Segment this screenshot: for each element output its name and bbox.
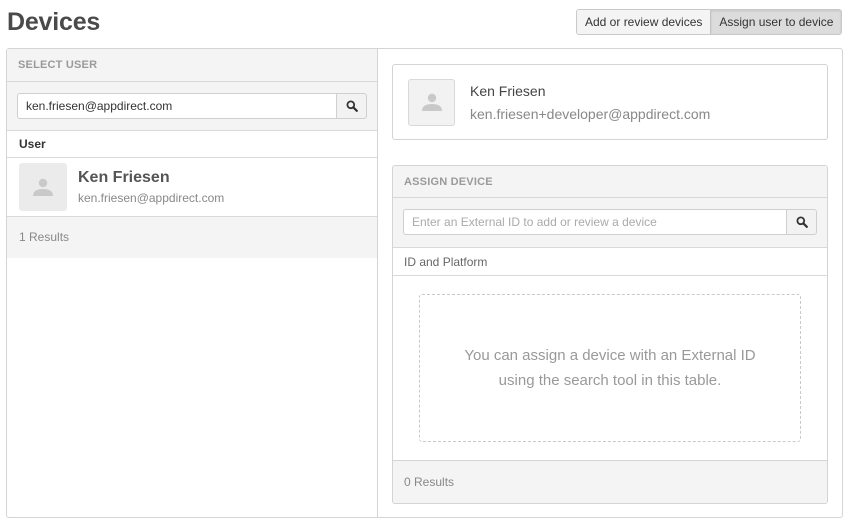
selected-user-avatar: [408, 78, 455, 126]
user-search-row: [7, 82, 377, 131]
assign-user-to-device-button[interactable]: Assign user to device: [710, 10, 842, 34]
device-search-button[interactable]: [786, 209, 817, 235]
assign-device-panel: ASSIGN DEVICE ID and Platform You can as…: [392, 165, 828, 504]
assign-device-heading: ASSIGN DEVICE: [393, 166, 827, 198]
user-list-item[interactable]: Ken Friesen ken.friesen@appdirect.com: [7, 158, 377, 217]
external-id-search-input[interactable]: [403, 209, 786, 235]
device-results-count: 0 Results: [393, 461, 827, 503]
add-or-review-devices-button[interactable]: Add or review devices: [577, 10, 711, 34]
device-search-box: [403, 209, 817, 235]
empty-state-box: You can assign a device with an External…: [419, 294, 801, 442]
user-column-header: User: [7, 131, 377, 158]
selected-user-info: Ken Friesen ken.friesen+developer@appdir…: [470, 83, 710, 122]
devices-panel: SELECT USER User Ken Fr: [6, 48, 843, 518]
device-search-row: [393, 198, 827, 248]
search-icon: [796, 216, 808, 228]
selected-user-card: Ken Friesen ken.friesen+developer@appdir…: [392, 64, 828, 140]
select-user-heading: SELECT USER: [7, 49, 377, 82]
selected-user-name: Ken Friesen: [470, 82, 546, 99]
user-search-box: [17, 93, 367, 119]
user-search-input[interactable]: [17, 93, 336, 119]
user-info: Ken Friesen ken.friesen@appdirect.com: [78, 169, 224, 205]
device-list-empty-area: You can assign a device with an External…: [393, 276, 827, 461]
empty-state-message: You can assign a device with an External…: [464, 347, 756, 389]
user-silhouette-icon: [421, 93, 442, 111]
select-user-panel: SELECT USER User Ken Fr: [7, 49, 378, 517]
assign-panel-area: Ken Friesen ken.friesen+developer@appdir…: [378, 49, 842, 517]
user-search-button[interactable]: [336, 93, 367, 119]
page-title: Devices: [7, 8, 101, 36]
selected-user-email: ken.friesen+developer@appdirect.com: [470, 105, 711, 122]
mode-toggle: Add or review devices Assign user to dev…: [576, 9, 843, 35]
user-silhouette-icon: [33, 178, 53, 196]
user-name: Ken Friesen: [78, 169, 170, 186]
user-results-count: 1 Results: [7, 217, 377, 258]
user-email: ken.friesen@appdirect.com: [78, 191, 225, 205]
id-platform-column-header: ID and Platform: [393, 248, 827, 276]
avatar: [19, 163, 67, 211]
search-icon: [346, 100, 358, 112]
